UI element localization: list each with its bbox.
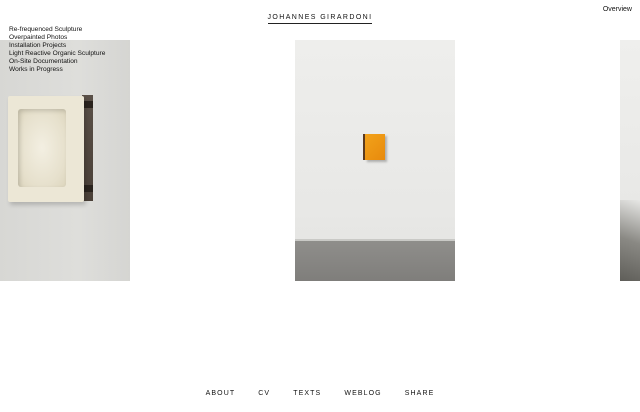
site-title-wrap: JOHANNES GIRARDONI: [0, 6, 640, 24]
footer-link-weblog[interactable]: WEBLOG: [344, 390, 381, 397]
footer-link-share[interactable]: SHARE: [405, 390, 435, 397]
site-title[interactable]: JOHANNES GIRARDONI: [267, 14, 373, 24]
artwork-box-front: [8, 96, 84, 202]
category-link-on-site-documentation[interactable]: On-Site Documentation: [9, 58, 105, 66]
artwork-image-cream-box[interactable]: [0, 40, 130, 281]
overview-link[interactable]: Overview: [603, 6, 632, 13]
artwork-image-orange-box[interactable]: [295, 40, 455, 281]
category-link-works-in-progress[interactable]: Works in Progress: [9, 66, 105, 74]
artwork-partial-shadow: [620, 200, 640, 281]
footer-link-texts[interactable]: TEXTS: [293, 390, 321, 397]
category-link-installation-projects[interactable]: Installation Projects: [9, 42, 105, 50]
gallery-floor: [295, 241, 455, 281]
artwork-image-partial[interactable]: [620, 40, 640, 281]
footer-link-about[interactable]: ABOUT: [206, 390, 236, 397]
footer-nav: ABOUT CV TEXTS WEBLOG SHARE: [0, 390, 640, 397]
artwork-box-cavity: [18, 109, 66, 187]
footer-link-cv[interactable]: CV: [258, 390, 270, 397]
category-link-re-frequenced-sculpture[interactable]: Re-frequenced Sculpture: [9, 26, 105, 34]
category-nav: Re-frequenced Sculpture Overpainted Phot…: [9, 26, 105, 75]
category-link-overpainted-photos[interactable]: Overpainted Photos: [9, 34, 105, 42]
artwork-orange-box: [363, 134, 385, 160]
category-link-light-reactive-organic-sculpture[interactable]: Light Reactive Organic Sculpture: [9, 50, 105, 58]
